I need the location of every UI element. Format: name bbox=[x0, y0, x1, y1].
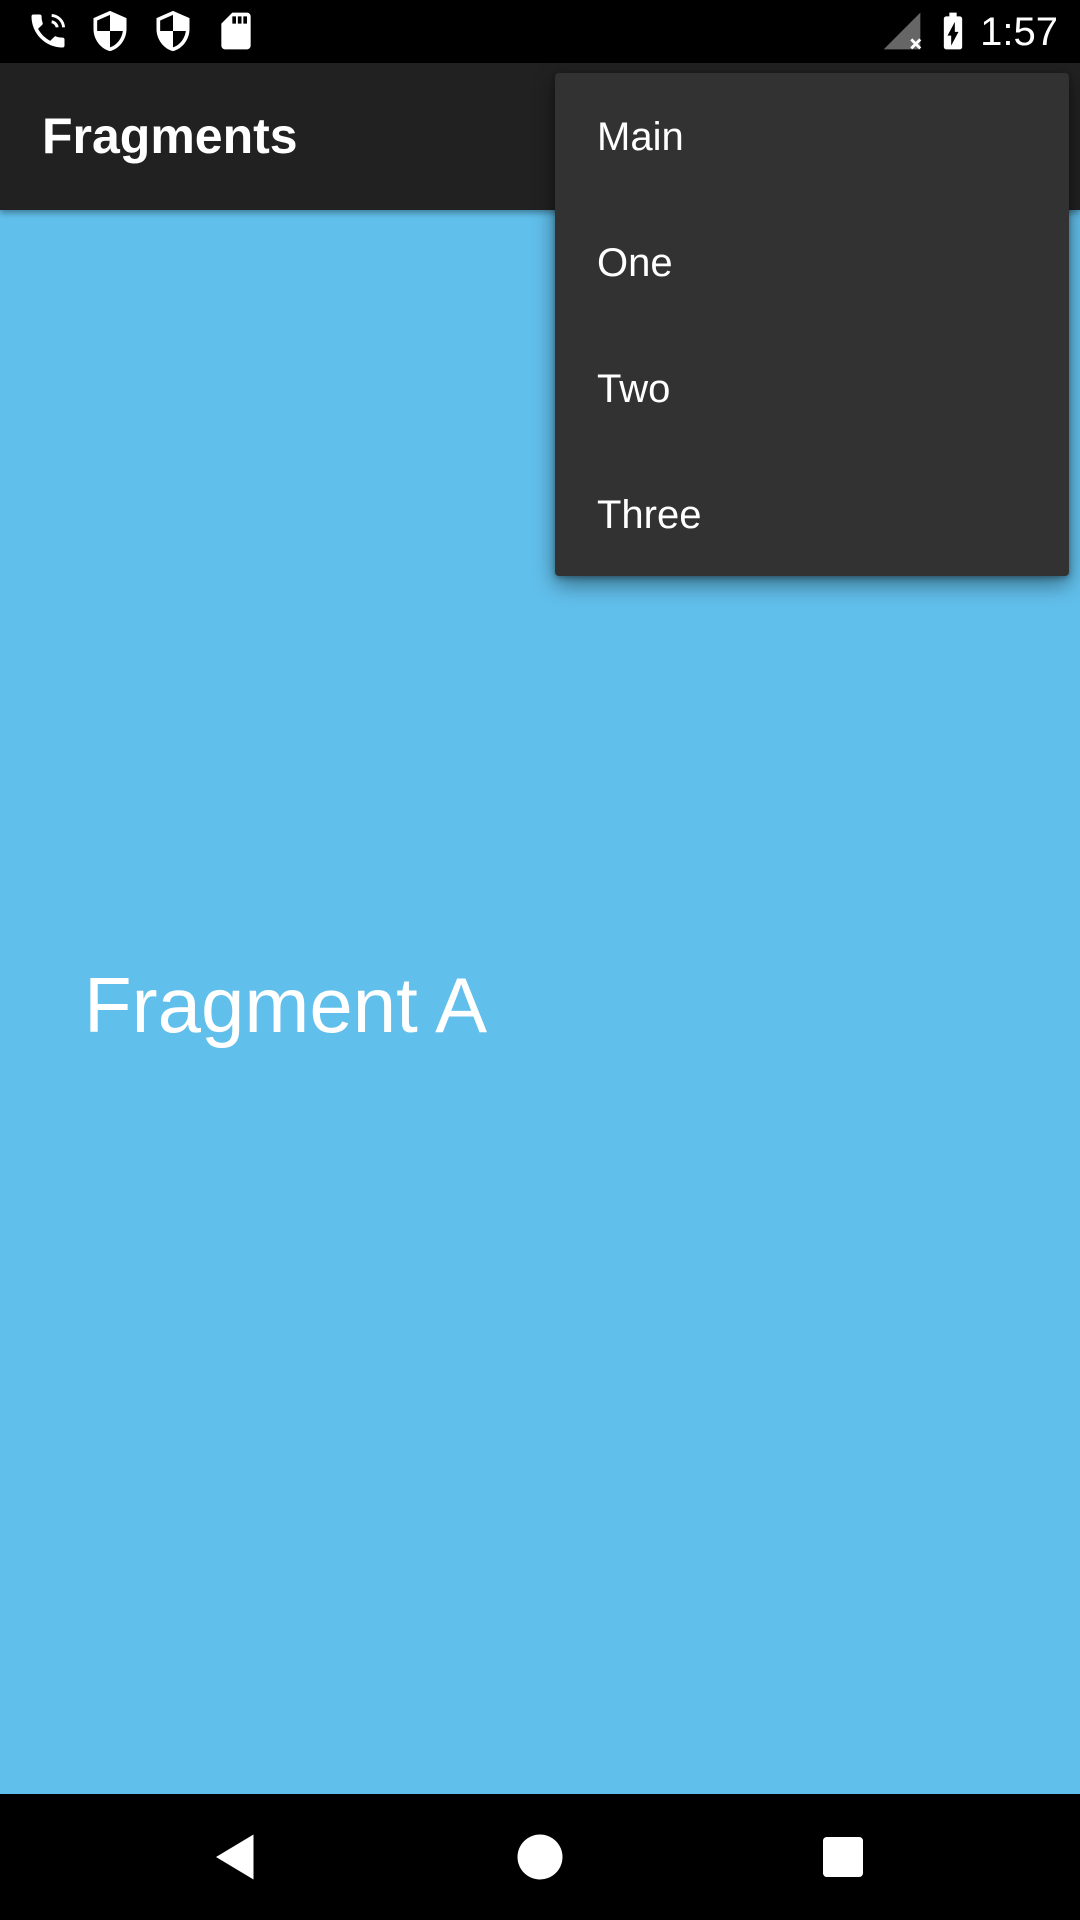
menu-item-two[interactable]: Two bbox=[555, 326, 1069, 452]
back-icon[interactable] bbox=[206, 1827, 266, 1887]
battery-charging-icon bbox=[931, 9, 975, 53]
menu-item-three[interactable]: Three bbox=[555, 452, 1069, 578]
status-clock: 1:57 bbox=[980, 10, 1058, 54]
menu-item-one[interactable]: One bbox=[555, 200, 1069, 326]
menu-item-main[interactable]: Main bbox=[555, 74, 1069, 200]
recents-icon[interactable] bbox=[813, 1827, 873, 1887]
app-title: Fragments bbox=[42, 108, 298, 164]
home-icon[interactable] bbox=[510, 1827, 570, 1887]
shield-icon bbox=[151, 9, 195, 53]
sd-card-icon bbox=[214, 9, 258, 53]
screen: 1:57 Fragments Fragment A Main One Two T… bbox=[0, 0, 1080, 1920]
status-bar: 1:57 bbox=[0, 0, 1080, 63]
no-signal-icon bbox=[880, 9, 924, 53]
navigation-bar bbox=[0, 1794, 1080, 1920]
fragment-label: Fragment A bbox=[84, 961, 488, 1049]
wifi-calling-icon bbox=[26, 9, 70, 53]
overflow-menu: Main One Two Three bbox=[555, 73, 1069, 576]
shield-icon bbox=[88, 9, 132, 53]
